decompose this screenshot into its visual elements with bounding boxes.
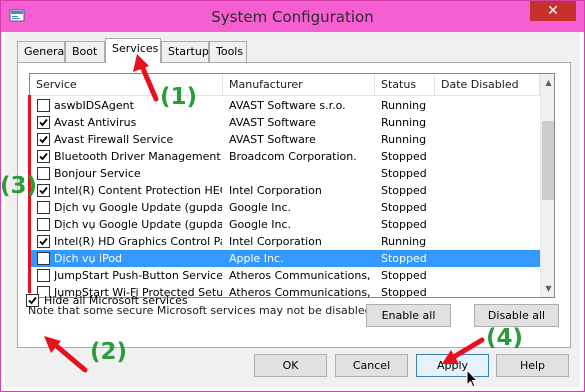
help-button[interactable]: Help: [496, 354, 569, 377]
ok-button[interactable]: OK: [254, 354, 327, 377]
close-button[interactable]: ✕: [530, 1, 576, 21]
tab-label: Startup: [168, 45, 209, 58]
service-name: Intel(R) HD Graphics Control Pa...: [54, 235, 222, 248]
service-manufacturer: AVAST Software: [229, 116, 316, 129]
table-row[interactable]: Bluetooth Driver Management S... Broadcom…: [30, 148, 540, 165]
tab-tools[interactable]: Tools: [209, 41, 247, 62]
service-status: Stopped: [381, 167, 427, 180]
service-checkbox[interactable]: [37, 184, 50, 197]
checkmark-icon: [39, 135, 48, 144]
services-list[interactable]: Service Manufacturer Status Date Disable…: [29, 73, 555, 298]
service-status: Running: [381, 235, 427, 248]
service-manufacturer: Google Inc.: [229, 201, 292, 214]
scroll-down-icon[interactable]: ▼: [541, 280, 554, 297]
disable-all-button[interactable]: Disable all: [474, 304, 559, 327]
table-row[interactable]: Dịch vụ iPod Apple Inc. Stopped: [30, 250, 540, 267]
cancel-button[interactable]: Cancel: [335, 354, 408, 377]
close-icon: ✕: [547, 3, 559, 19]
service-manufacturer: Atheros Communications, ...: [229, 269, 374, 282]
column-header-date-disabled[interactable]: Date Disabled: [435, 74, 540, 96]
hide-microsoft-services-checkbox[interactable]: [26, 294, 39, 307]
service-checkbox[interactable]: [37, 150, 50, 163]
list-header: Service Manufacturer Status Date Disable…: [30, 74, 540, 96]
service-status: Running: [381, 99, 427, 112]
service-checkbox[interactable]: [37, 252, 50, 265]
tab-label: Services: [112, 42, 159, 55]
service-checkbox[interactable]: [37, 133, 50, 146]
service-status: Stopped: [381, 218, 427, 231]
column-header-manufacturer[interactable]: Manufacturer: [223, 74, 375, 96]
apply-button[interactable]: Apply: [416, 354, 489, 377]
tab-label: Tools: [216, 45, 244, 58]
tab-label: General: [24, 45, 68, 58]
tab-boot[interactable]: Boot: [65, 41, 105, 62]
service-name: Dịch vụ iPod: [54, 252, 123, 265]
enable-all-button[interactable]: Enable all: [366, 304, 451, 327]
checkmark-icon: [28, 296, 37, 305]
checkmark-icon: [39, 237, 48, 246]
table-row[interactable]: Dịch vụ Google Update (gupdate) Google In…: [30, 199, 540, 216]
tab-startup[interactable]: Startup: [161, 41, 209, 62]
service-name: Intel(R) Content Protection HEC...: [54, 184, 222, 197]
window-title: System Configuration: [211, 8, 374, 26]
service-checkbox[interactable]: [37, 235, 50, 248]
service-name: Avast Firewall Service: [54, 133, 174, 146]
annotation-3: (3): [0, 173, 38, 199]
service-manufacturer: [229, 165, 374, 182]
service-manufacturer: Intel Corporation: [229, 235, 322, 248]
table-row[interactable]: Avast Antivirus AVAST Software Running: [30, 114, 540, 131]
annotation-2: (2): [90, 339, 128, 365]
service-checkbox[interactable]: [37, 218, 50, 231]
table-row[interactable]: Avast Firewall Service AVAST Software Runn…: [30, 131, 540, 148]
checkmark-icon: [39, 152, 48, 161]
service-manufacturer: AVAST Software s.r.o.: [229, 99, 346, 112]
table-row[interactable]: Intel(R) Content Protection HEC... Intel …: [30, 182, 540, 199]
service-status: Stopped: [381, 150, 427, 163]
annotation-1: (1): [160, 84, 198, 110]
column-header-status[interactable]: Status: [375, 74, 435, 96]
service-checkbox[interactable]: [37, 201, 50, 214]
service-manufacturer: Atheros Communications, ...: [229, 286, 374, 298]
service-manufacturer: AVAST Software: [229, 133, 316, 146]
service-status: Stopped: [381, 269, 427, 282]
checkmark-icon: [39, 118, 48, 127]
tab-services[interactable]: Services: [105, 38, 161, 63]
service-name: JumpStart Push-Button Service: [54, 269, 222, 282]
vertical-scrollbar[interactable]: ▲ ▼: [540, 74, 554, 297]
annotation-4: (4): [486, 325, 524, 351]
service-manufacturer: Intel Corporation: [229, 184, 322, 197]
service-checkbox[interactable]: [37, 116, 50, 129]
service-manufacturer: Broadcom Corporation.: [229, 150, 357, 163]
service-checkbox[interactable]: [37, 99, 50, 112]
scroll-thumb[interactable]: [542, 121, 554, 200]
table-row[interactable]: Intel(R) HD Graphics Control Pa... Intel …: [30, 233, 540, 250]
service-status: Stopped: [381, 201, 427, 214]
mouse-pointer-icon: [466, 369, 478, 388]
tab-label: Boot: [72, 45, 98, 58]
service-manufacturer: Apple Inc.: [229, 252, 284, 265]
scroll-up-icon[interactable]: ▲: [541, 74, 554, 91]
hide-microsoft-services-label: Hide all Microsoft services: [44, 294, 188, 307]
service-manufacturer: Google Inc.: [229, 218, 292, 231]
service-name: Avast Antivirus: [54, 116, 137, 129]
service-name: Bonjour Service: [54, 167, 141, 180]
service-status: Running: [381, 133, 427, 146]
service-status: Running: [381, 116, 427, 129]
service-name: Bluetooth Driver Management S...: [54, 150, 222, 163]
service-checkbox[interactable]: [37, 269, 50, 282]
table-row[interactable]: aswbIDSAgent AVAST Software s.r.o. Running: [30, 97, 540, 114]
table-row[interactable]: Bonjour Service Stopped: [30, 165, 540, 182]
tab-general[interactable]: General: [17, 41, 68, 62]
service-name: Dịch vụ Google Update (gupdate): [54, 201, 222, 214]
service-status: Stopped: [381, 184, 427, 197]
service-status: Stopped: [381, 252, 427, 265]
title-bar: System Configuration ✕: [1, 1, 584, 32]
table-row[interactable]: JumpStart Push-Button Service Atheros Com…: [30, 267, 540, 284]
service-name: Dịch vụ Google Update (gupdatem): [54, 218, 222, 231]
service-checkbox[interactable]: [37, 167, 50, 180]
table-row[interactable]: Dịch vụ Google Update (gupdatem) Google I…: [30, 216, 540, 233]
service-status: Stopped: [381, 286, 427, 298]
checkmark-icon: [39, 186, 48, 195]
